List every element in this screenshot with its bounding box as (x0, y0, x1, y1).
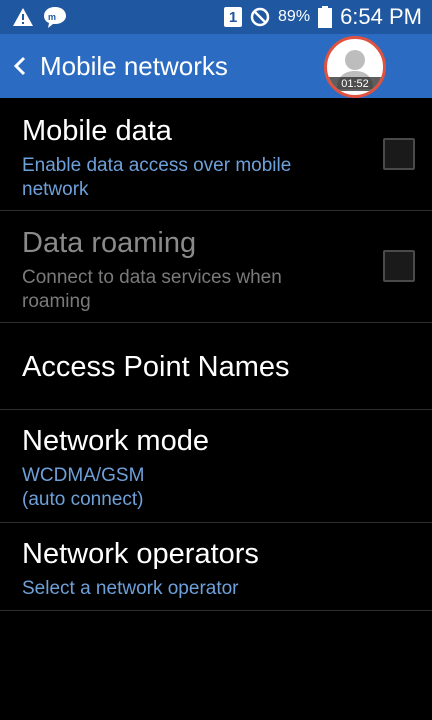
setting-title: Mobile data (22, 115, 172, 147)
status-bar-left: m (12, 5, 68, 29)
setting-subtitle: Enable data access over mobile network (22, 155, 292, 200)
setting-subtitle-line2: (auto connect) (22, 489, 144, 510)
do-not-disturb-icon (250, 7, 270, 27)
setting-title: Network operators (22, 538, 259, 570)
svg-text:m: m (48, 12, 56, 22)
setting-network-operators[interactable]: Network operators Select a network opera… (0, 523, 432, 611)
warning-icon (12, 7, 34, 27)
sim-slot-number: 1 (228, 8, 238, 26)
setting-title: Network mode (22, 425, 209, 457)
setting-subtitle: Select a network operator (22, 578, 239, 599)
setting-mobile-data[interactable]: Mobile data Enable data access over mobi… (0, 98, 432, 211)
mobile-data-checkbox[interactable] (383, 138, 415, 170)
setting-subtitle: Connect to data services when roaming (22, 267, 282, 312)
setting-network-mode[interactable]: Network mode WCDMA/GSM (auto connect) (0, 410, 432, 523)
screen-recorder-bubble[interactable]: 01:52 (324, 36, 386, 98)
battery-percent: 89% (278, 8, 311, 25)
setting-subtitle-line1: WCDMA/GSM (22, 465, 145, 486)
page-title: Mobile networks (40, 50, 228, 81)
back-arrow-icon[interactable] (10, 46, 30, 86)
recording-timer: 01:52 (327, 77, 383, 91)
setting-title: Data roaming (22, 227, 197, 259)
status-bar: m 1 89% 6:54 PM (0, 0, 432, 34)
battery-icon (318, 6, 333, 28)
messenger-app-icon: m (42, 5, 68, 29)
clock: 6:54 PM (340, 4, 422, 29)
setting-title: Access Point Names (22, 351, 290, 383)
setting-access-point-names[interactable]: Access Point Names (0, 323, 432, 410)
settings-list: Mobile data Enable data access over mobi… (0, 98, 432, 611)
setting-data-roaming: Data roaming Connect to data services wh… (0, 211, 432, 323)
data-roaming-checkbox (383, 250, 415, 282)
sim-slot-icon: 1 (224, 7, 243, 27)
status-bar-right: 1 89% 6:54 PM (224, 4, 422, 30)
